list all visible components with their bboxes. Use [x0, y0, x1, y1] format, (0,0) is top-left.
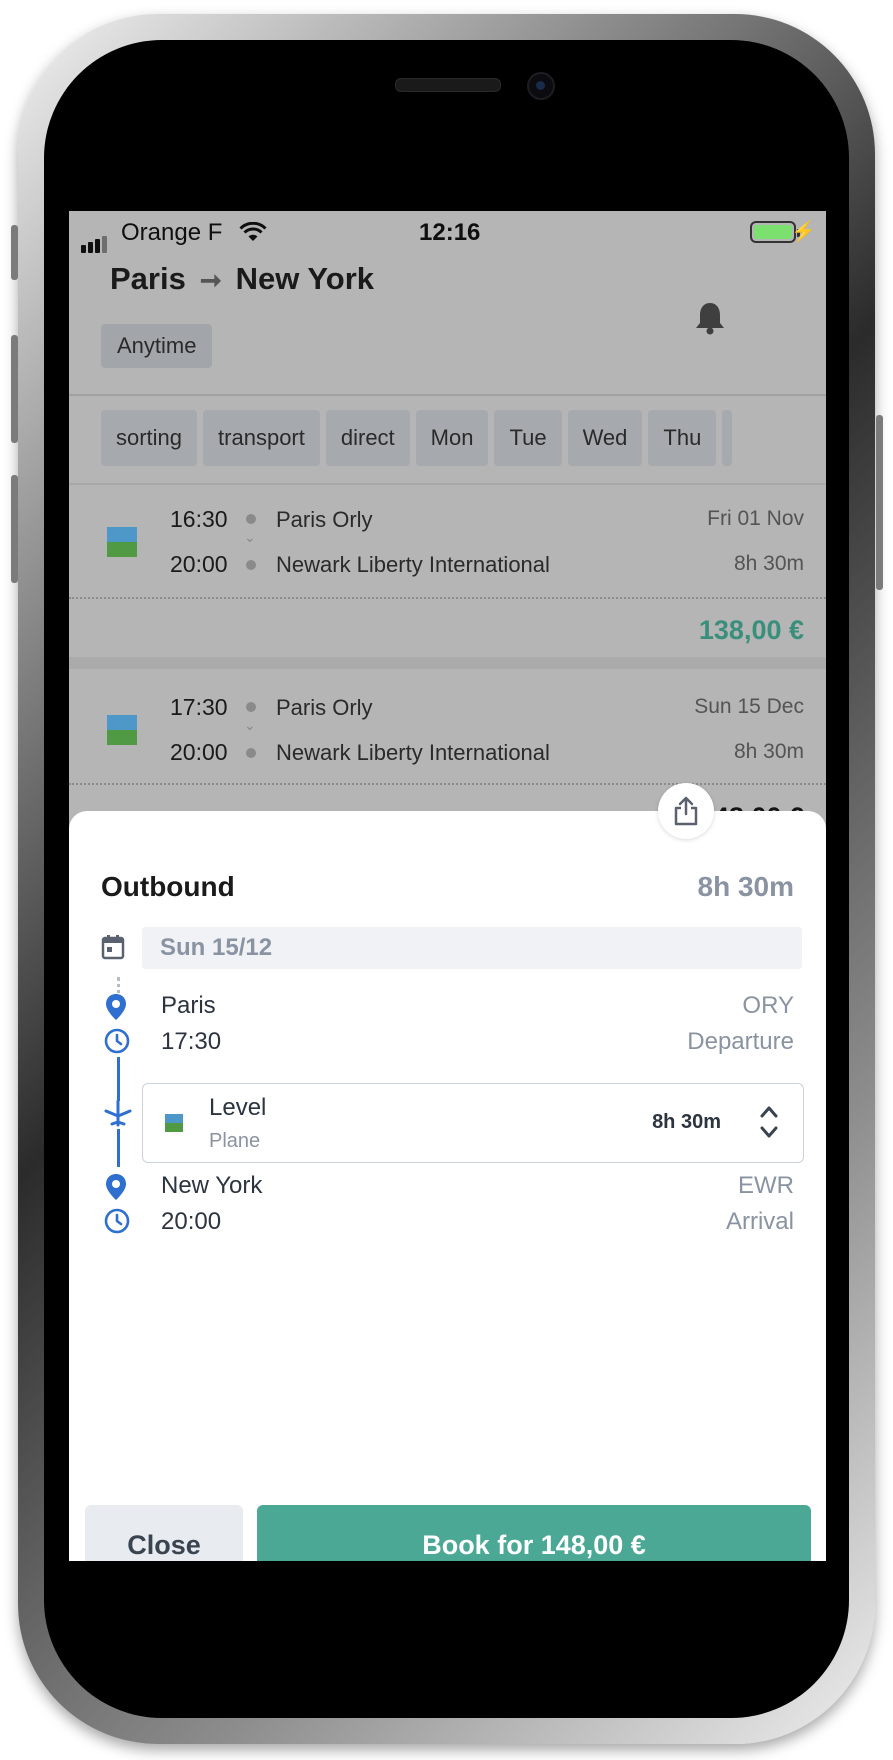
airline-logo-icon [107, 527, 137, 557]
arrive-time: 20:00 [170, 739, 228, 765]
arrow-right-icon: ➞ [199, 265, 222, 295]
clock-icon [104, 1028, 130, 1059]
filter-chip-wed[interactable]: Wed [567, 410, 643, 466]
filter-chip-thu[interactable]: Thu [648, 410, 717, 466]
arrival-city: New York [161, 1172, 263, 1199]
route-title: Paris ➞ New York [110, 261, 374, 297]
result-price: 138,00 € [698, 615, 804, 645]
result-duration: 8h 30m [733, 552, 804, 575]
arrive-airport: Newark Liberty International [276, 740, 550, 765]
route-dot [246, 560, 256, 570]
result-date: Fri 01 Nov [707, 507, 804, 530]
date-filter-chip[interactable]: Anytime [101, 324, 213, 368]
outbound-title: Outbound [101, 871, 235, 902]
front-camera [527, 72, 555, 100]
route-dot [246, 748, 256, 758]
timeline-line [117, 1057, 120, 1101]
plane-icon [104, 1099, 132, 1132]
trip-date: Sun 15/12 [160, 934, 273, 961]
trip-detail-sheet: Outbound 8h 30m Sun 15/12 Paris ORY 17:3… [69, 811, 826, 1561]
status-time: 12:16 [419, 219, 481, 246]
dotted-divider [69, 783, 826, 785]
filter-chip-sorting[interactable]: sorting [101, 410, 198, 466]
clock-icon [104, 1208, 130, 1239]
battery-icon [750, 221, 800, 243]
depart-time: 16:30 [170, 506, 228, 532]
route-chevron-icon: ⌄ [244, 529, 256, 545]
result-card[interactable]: 16:30 20:00 ⌄ Paris Orly Newark Liberty … [69, 485, 826, 657]
timeline-line [117, 1129, 120, 1167]
leg-card[interactable]: Level Plane 8h 30m [142, 1083, 804, 1163]
departure-code: ORY [742, 992, 794, 1019]
filter-chip-mon[interactable]: Mon [415, 410, 489, 466]
leg-carrier: Level [209, 1094, 267, 1121]
route-dot [246, 514, 256, 524]
header-divider [69, 394, 826, 396]
depart-airport: Paris Orly [276, 695, 373, 720]
charging-icon: ⚡ [791, 221, 816, 243]
filter-chip-transport[interactable]: transport [203, 410, 320, 466]
filter-chip-direct[interactable]: direct [325, 410, 410, 466]
book-button[interactable]: Book for 148,00 € [257, 1505, 811, 1561]
date-bar: Sun 15/12 [142, 927, 802, 969]
arrive-airport: Newark Liberty International [276, 552, 550, 577]
depart-time: 17:30 [170, 694, 228, 720]
airline-logo-icon [165, 1114, 183, 1132]
volume-up-button [11, 335, 18, 443]
volume-down-button [11, 475, 18, 583]
destination-city: New York [235, 261, 375, 296]
filter-bar: sorting transport direct Mon Tue Wed Thu [101, 410, 738, 466]
route-chevron-icon: ⌄ [244, 717, 256, 733]
mute-switch [11, 225, 18, 280]
departure-city: Paris [161, 992, 216, 1019]
dotted-divider [69, 597, 826, 599]
status-bar: Orange F 12:16 ⚡ [69, 211, 826, 253]
power-button [876, 415, 883, 590]
close-button[interactable]: Close [85, 1505, 243, 1561]
filter-chip-tue[interactable]: Tue [494, 410, 562, 466]
leg-mode: Plane [209, 1130, 261, 1152]
arrival-code: EWR [738, 1172, 794, 1199]
signal-icon [81, 225, 109, 253]
result-date: Sun 15 Dec [694, 695, 804, 718]
filter-chip-more[interactable] [722, 410, 733, 466]
location-pin-icon [105, 1173, 127, 1206]
route-dot [246, 702, 256, 712]
outbound-duration: 8h 30m [697, 871, 795, 902]
wifi-icon [239, 221, 267, 249]
app-screen: Orange F 12:16 ⚡ Paris ➞ New York Anytime … [69, 211, 826, 1561]
share-icon[interactable] [658, 783, 714, 839]
location-pin-icon [105, 993, 127, 1026]
airline-logo-icon [107, 715, 137, 745]
result-separator [69, 657, 826, 669]
calendar-icon [101, 934, 125, 965]
bell-icon[interactable] [695, 301, 725, 340]
carrier-name: Orange F [121, 219, 223, 246]
earpiece-speaker [395, 78, 501, 92]
arrival-label: Arrival [725, 1208, 794, 1235]
expand-icon[interactable] [759, 1102, 779, 1147]
result-duration: 8h 30m [733, 740, 804, 763]
arrival-time: 20:00 [161, 1208, 222, 1235]
leg-duration: 8h 30m [652, 1111, 721, 1133]
arrive-time: 20:00 [170, 551, 228, 577]
origin-city: Paris [110, 261, 186, 296]
depart-airport: Paris Orly [276, 507, 373, 532]
departure-label: Departure [687, 1028, 794, 1055]
departure-time: 17:30 [161, 1028, 222, 1055]
